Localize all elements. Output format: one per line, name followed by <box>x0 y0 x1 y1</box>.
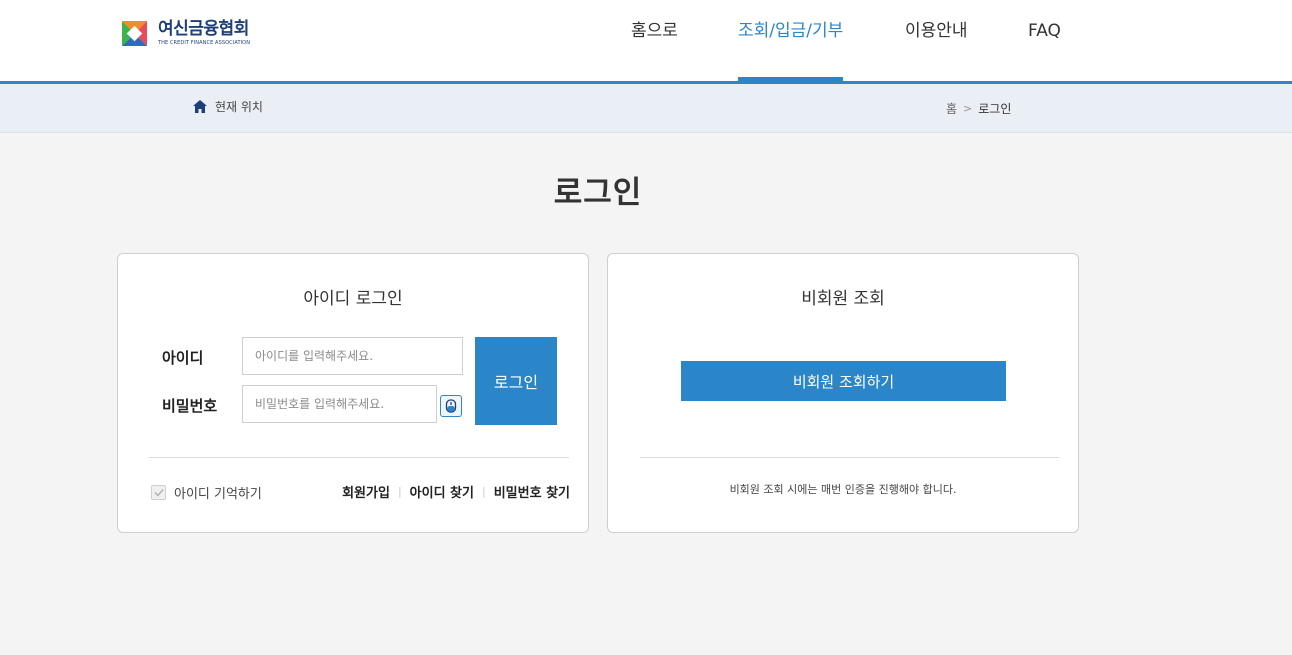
breadcrumb-bar: 현재 위치 홈 > 로그인 <box>0 84 1292 133</box>
divider <box>149 457 569 458</box>
current-location: 현재 위치 <box>193 98 263 115</box>
home-icon <box>193 100 207 113</box>
site-header: 여신금융협회 THE CREDIT FINANCE ASSOCIATION 홈으… <box>0 0 1292 84</box>
virtual-keyboard-icon <box>445 399 457 413</box>
find-password-link[interactable]: 비밀번호 찾기 <box>494 482 570 501</box>
id-input[interactable] <box>242 337 463 375</box>
login-button[interactable]: 로그인 <box>475 337 557 425</box>
nav-home[interactable]: 홈으로 <box>631 0 678 81</box>
remember-id-checkbox[interactable] <box>151 485 166 500</box>
remember-id[interactable]: 아이디 기억하기 <box>151 483 262 502</box>
breadcrumb: 홈 > 로그인 <box>946 100 1011 117</box>
guest-inquiry-card: 비회원 조회 비회원 조회하기 비회원 조회 시에는 매번 인증을 진행해야 합… <box>607 253 1079 533</box>
link-separator: | <box>481 485 486 498</box>
nav-faq[interactable]: FAQ <box>1028 0 1061 81</box>
breadcrumb-separator: > <box>963 102 973 115</box>
id-login-card: 아이디 로그인 아이디 비밀번호 로그인 아이디 기억하기 회원가입 | 아이디… <box>117 253 589 533</box>
signup-link[interactable]: 회원가입 <box>342 482 390 501</box>
logo-name-en: THE CREDIT FINANCE ASSOCIATION <box>158 40 251 46</box>
check-icon <box>153 488 164 497</box>
guest-inquiry-button[interactable]: 비회원 조회하기 <box>681 361 1006 401</box>
id-label: 아이디 <box>162 349 204 367</box>
logo-name-ko: 여신금융협회 <box>158 19 249 39</box>
nav-active-indicator <box>738 77 843 81</box>
guest-inquiry-title: 비회원 조회 <box>801 289 885 309</box>
password-input[interactable] <box>242 385 437 423</box>
id-login-title: 아이디 로그인 <box>303 289 403 309</box>
guest-inquiry-note: 비회원 조회 시에는 매번 인증을 진행해야 합니다. <box>729 483 957 496</box>
page-title: 로그인 <box>553 175 643 211</box>
nav-guide[interactable]: 이용안내 <box>905 0 968 81</box>
virtual-keyboard-button[interactable] <box>440 395 462 417</box>
find-id-link[interactable]: 아이디 찾기 <box>410 482 474 501</box>
site-logo[interactable]: 여신금융협회 THE CREDIT FINANCE ASSOCIATION <box>118 16 250 50</box>
password-label: 비밀번호 <box>162 397 218 415</box>
breadcrumb-current: 로그인 <box>978 102 1012 116</box>
breadcrumb-home[interactable]: 홈 <box>946 100 957 117</box>
account-links: 회원가입 | 아이디 찾기 | 비밀번호 찾기 <box>342 482 570 501</box>
current-location-label: 현재 위치 <box>215 100 263 114</box>
nav-inquiry-deposit-donation[interactable]: 조회/입금/기부 <box>738 0 843 81</box>
divider <box>640 457 1059 458</box>
logo-mark-icon <box>118 16 151 50</box>
remember-id-label: 아이디 기억하기 <box>174 487 262 502</box>
link-separator: | <box>397 485 402 498</box>
